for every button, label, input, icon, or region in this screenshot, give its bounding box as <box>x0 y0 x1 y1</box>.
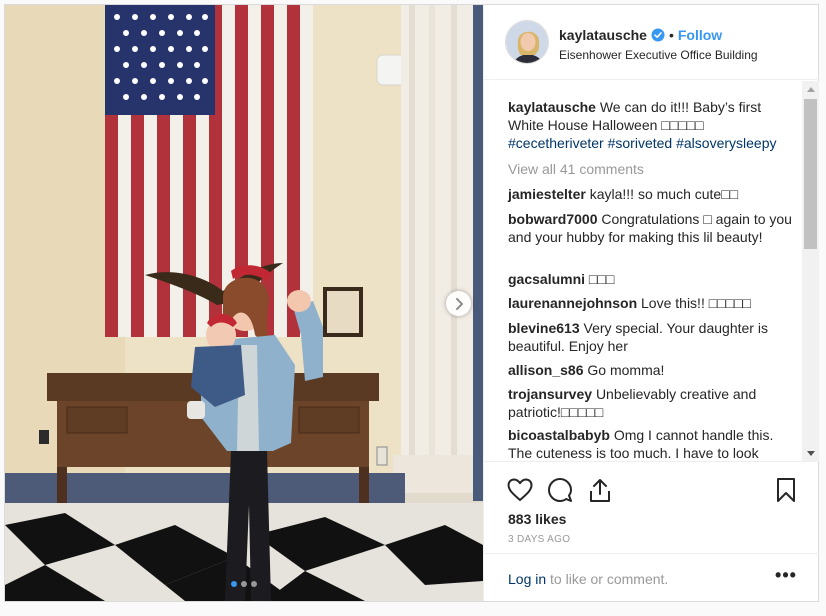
comment-username[interactable]: gacsalumni <box>508 271 585 287</box>
comment-username[interactable]: allison_s86 <box>508 362 584 378</box>
comments-section[interactable]: kaylatausche We can do it!!! Baby’s firs… <box>484 81 820 461</box>
post-photo[interactable] <box>5 5 483 601</box>
post-caption: kaylatausche We can do it!!! Baby’s firs… <box>508 98 796 152</box>
comment-item: allison_s86 Go momma! <box>508 361 796 379</box>
login-link[interactable]: Log in <box>508 571 546 587</box>
scroll-down-arrow[interactable] <box>802 445 819 461</box>
carousel-next-button[interactable] <box>446 291 471 316</box>
share-icon <box>590 479 610 502</box>
comment-item: blevine613 Very special. Your daughter i… <box>508 319 796 355</box>
scroll-thumb[interactable] <box>804 99 817 249</box>
comment-button[interactable] <box>540 470 580 510</box>
save-button[interactable] <box>766 470 806 510</box>
post-timestamp: 3 DAYS AGO <box>508 534 571 545</box>
carousel-dot <box>241 581 247 587</box>
carousel-indicator <box>231 581 257 587</box>
hashtag-link[interactable]: #alsoverysleepy <box>676 135 776 151</box>
chevron-right-icon <box>455 297 463 310</box>
view-all-comments-link[interactable]: View all 41 comments <box>508 161 644 177</box>
comment-item: bobward7000 Congratulations □ again to y… <box>508 210 796 246</box>
follow-button[interactable]: Follow <box>678 27 722 43</box>
comment-icon <box>548 478 572 502</box>
scroll-up-icon <box>806 86 815 92</box>
likes-count[interactable]: 883 likes <box>508 511 566 527</box>
avatar-image <box>506 21 548 63</box>
avatar[interactable] <box>505 20 549 64</box>
bookmark-icon <box>777 478 795 502</box>
caption-emoji: □□□□□ <box>661 117 704 133</box>
comment-username[interactable]: jamiestelter <box>508 186 586 202</box>
post-location[interactable]: Eisenhower Executive Office Building <box>559 48 758 62</box>
post-header: kaylatausche • Follow Eisenhower Executi… <box>484 5 820 80</box>
post-author-username[interactable]: kaylatausche <box>559 27 647 43</box>
carousel-dot <box>251 581 257 587</box>
caption-username[interactable]: kaylatausche <box>508 99 596 115</box>
comments-scrollbar[interactable] <box>802 81 819 461</box>
like-button[interactable] <box>500 470 540 510</box>
comment-username[interactable]: bobward7000 <box>508 211 597 227</box>
login-footer: Log in to like or comment. ••• <box>484 553 820 601</box>
comment-username[interactable]: blevine613 <box>508 320 580 336</box>
comment-item: trojansurvey Unbelievably creative and p… <box>508 385 796 421</box>
more-options-icon[interactable]: ••• <box>774 566 798 588</box>
share-button[interactable] <box>580 470 620 510</box>
login-prompt-text: to like or comment. <box>546 571 669 587</box>
login-prompt: Log in to like or comment. <box>508 571 668 587</box>
photo-scene <box>5 5 483 601</box>
comment-text: □□□ <box>588 271 615 287</box>
comment-item: bicoastalbabyb Omg I cannot handle this.… <box>508 426 796 461</box>
comment-username[interactable]: bicoastalbabyb <box>508 427 610 443</box>
comment-text: Go momma! <box>587 362 665 378</box>
comment-item: gacsalumni □□□ <box>508 270 796 288</box>
header-line: kaylatausche • Follow <box>559 27 722 43</box>
comment-username[interactable]: trojansurvey <box>508 386 592 402</box>
hashtag-link[interactable]: #soriveted <box>608 135 673 151</box>
comment-item: jamiestelter kayla!!! so much cute□□ <box>508 185 796 203</box>
scroll-down-icon <box>806 450 815 456</box>
carousel-dot-active <box>231 581 237 587</box>
post-sidebar: kaylatausche • Follow Eisenhower Executi… <box>483 5 820 601</box>
scroll-up-arrow[interactable] <box>802 81 819 97</box>
heart-icon <box>507 478 533 501</box>
post-card: kaylatausche • Follow Eisenhower Executi… <box>4 4 820 602</box>
comment-text: kayla!!! so much cute□□ <box>589 186 739 202</box>
comment-text: Love this!! □□□□□ <box>641 295 751 311</box>
hashtag-link[interactable]: #cecetheriveter <box>508 135 604 151</box>
comment-username[interactable]: laurenannejohnson <box>508 295 637 311</box>
verified-badge-icon <box>651 28 665 42</box>
header-bullet: • <box>668 27 674 43</box>
comment-item: laurenannejohnson Love this!! □□□□□ <box>508 294 796 312</box>
